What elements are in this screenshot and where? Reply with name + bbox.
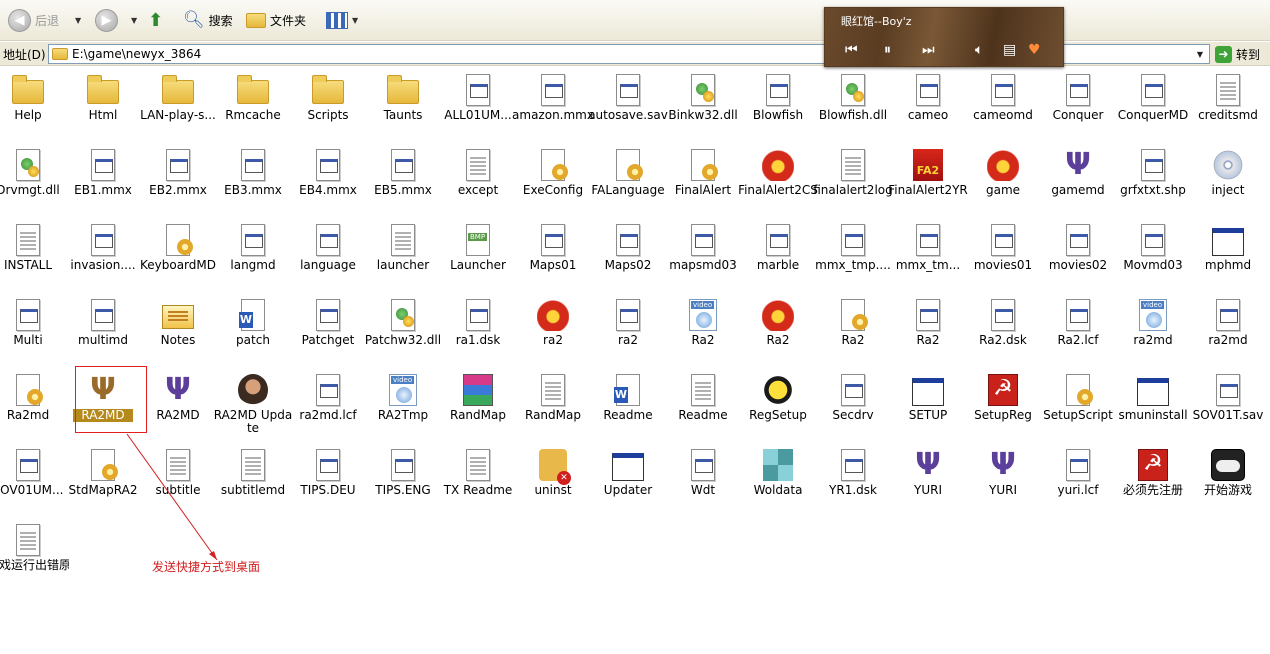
annotation-arrow [126,433,218,561]
annotation-text: 发送快捷方式到桌面 [152,560,261,574]
